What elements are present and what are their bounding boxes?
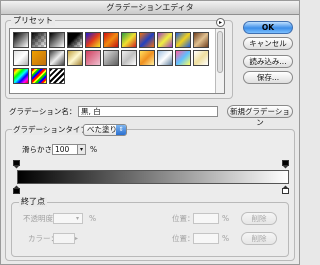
cancel-button[interactable]: キャンセル: [243, 37, 293, 50]
opacity-unit: %: [89, 214, 97, 223]
color-location-unit: %: [222, 234, 230, 243]
gradient-preview-bar[interactable]: [17, 170, 289, 184]
preset-swatch[interactable]: [103, 32, 119, 48]
preset-swatch[interactable]: [85, 50, 101, 66]
preset-swatch[interactable]: [31, 68, 47, 84]
delete-color-stop-button[interactable]: 削除: [241, 232, 277, 245]
color-stop-right[interactable]: [282, 185, 289, 194]
preset-swatch[interactable]: [49, 50, 65, 66]
preset-swatch[interactable]: [103, 50, 119, 66]
preset-swatch[interactable]: [193, 50, 209, 66]
stops-legend: 終了点: [19, 197, 47, 207]
preset-swatch[interactable]: [31, 50, 47, 66]
preset-swatch[interactable]: [67, 32, 83, 48]
opacity-stop-right[interactable]: [282, 160, 289, 169]
preset-swatch[interactable]: [139, 32, 155, 48]
gradient-name-field[interactable]: 黒, 白: [78, 106, 218, 117]
ok-button[interactable]: OK: [243, 21, 293, 34]
circle-arrow-icon[interactable]: ▸: [216, 18, 225, 27]
preset-swatch[interactable]: [85, 32, 101, 48]
preset-swatch[interactable]: [13, 50, 29, 66]
load-button[interactable]: 読み込み...: [243, 55, 293, 68]
color-location-field[interactable]: [193, 233, 219, 244]
chevron-right-icon[interactable]: ▸: [75, 233, 83, 244]
smoothness-value: 100: [55, 145, 70, 154]
chevron-down-icon[interactable]: ▾: [77, 144, 86, 155]
opacity-location-label: 位置：: [172, 214, 195, 223]
scroll-thumb[interactable]: [217, 31, 223, 73]
presets-scrollbar[interactable]: [215, 29, 224, 93]
preset-swatch[interactable]: [49, 32, 65, 48]
delete-opacity-stop-button[interactable]: 削除: [241, 212, 277, 225]
preset-swatch[interactable]: [139, 50, 155, 66]
save-button[interactable]: 保存...: [243, 71, 293, 84]
preset-swatch[interactable]: [157, 50, 173, 66]
title-bar: グラデーションエディタ: [1, 1, 299, 15]
chevron-updown-icon: ⇕: [116, 125, 126, 135]
new-gradient-button[interactable]: 新規グラデーション: [227, 105, 293, 127]
preset-swatch[interactable]: [13, 68, 29, 84]
opacity-location-unit: %: [222, 214, 230, 223]
color-stop-left[interactable]: [13, 185, 20, 194]
stops-group: [11, 202, 289, 257]
color-location-label: 位置：: [172, 234, 195, 243]
preset-swatch[interactable]: [121, 32, 137, 48]
preset-swatch[interactable]: [121, 50, 137, 66]
preset-swatch[interactable]: [67, 50, 83, 66]
window-title: グラデーションエディタ: [106, 3, 194, 12]
gradient-type-value: べた塗り: [87, 125, 117, 134]
preset-swatch[interactable]: [157, 32, 173, 48]
opacity-location-field[interactable]: [193, 213, 219, 224]
color-swatch[interactable]: [53, 233, 75, 244]
opacity-stop-left[interactable]: [13, 160, 20, 169]
gradient-type-select[interactable]: べた塗り ⇕: [83, 124, 127, 136]
preset-swatch-list: [9, 28, 225, 94]
gradient-editor-dialog: グラデーションエディタ プリセット ▸ OK キャンセル 読み込み... 保存.…: [0, 0, 300, 265]
preset-swatch[interactable]: [13, 32, 29, 48]
preset-swatch[interactable]: [31, 32, 47, 48]
presets-label: プリセット: [11, 16, 55, 26]
preset-swatch[interactable]: [175, 32, 191, 48]
gradient-name-label: グラデーション名：: [9, 107, 77, 116]
preset-swatch[interactable]: [175, 50, 191, 66]
preset-swatch[interactable]: [49, 68, 65, 84]
chevron-down-icon[interactable]: ▾: [76, 213, 84, 224]
smoothness-unit: %: [90, 145, 98, 154]
preset-swatch[interactable]: [193, 32, 209, 48]
